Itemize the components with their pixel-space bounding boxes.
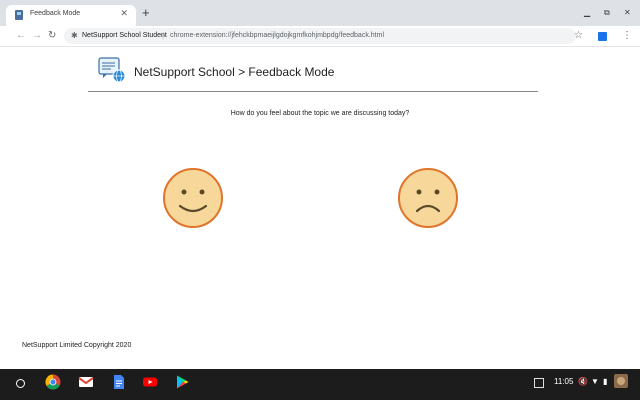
system-clock[interactable]: 11:05 (554, 377, 573, 386)
screenshot-tray-icon[interactable] (534, 378, 544, 388)
restore-button[interactable]: ⧉ (604, 9, 610, 17)
extension-button-icon[interactable] (598, 32, 607, 41)
browser-menu-icon[interactable]: ⋮ (622, 30, 632, 42)
gmail-icon[interactable] (78, 374, 94, 390)
tab-title: Feedback Mode (30, 10, 81, 17)
tab-strip: Feedback Mode ✕ + ▁ ⧉ ✕ (0, 0, 640, 26)
copyright-text: NetSupport Limited Copyright 2020 (22, 342, 132, 349)
back-button[interactable]: ← (16, 30, 26, 42)
feedback-question: How do you feel about the topic we are d… (230, 110, 410, 117)
wifi-icon[interactable]: ▼ (591, 377, 599, 387)
bookmark-star-icon[interactable]: ☆ (574, 30, 583, 42)
tab-feedback-mode[interactable]: Feedback Mode ✕ (6, 5, 136, 26)
feedback-page: NetSupport School > Feedback Mode How do… (0, 47, 640, 369)
new-tab-button[interactable]: + (142, 6, 150, 19)
extension-puzzle-icon: ✱ (71, 31, 78, 40)
page-title: NetSupport School > Feedback Mode (134, 65, 335, 79)
browser-toolbar: ← → ↻ ✱ NetSupport School Student | chro… (0, 26, 640, 47)
window-close-button[interactable]: ✕ (624, 9, 631, 17)
mute-icon[interactable]: 🔇 (578, 377, 588, 387)
title-divider (88, 91, 538, 92)
netsupport-feedback-icon (98, 57, 126, 83)
play-store-icon[interactable] (174, 374, 190, 390)
happy-face-button[interactable] (162, 167, 224, 229)
address-bar[interactable]: ✱ NetSupport School Student | chrome-ext… (64, 28, 576, 44)
url-text[interactable]: chrome-extension://jfehckbpmaeijlgdojkgm… (170, 32, 384, 39)
battery-icon[interactable]: ▮ (603, 377, 607, 387)
docs-icon[interactable] (111, 374, 127, 390)
tab-close-icon[interactable]: ✕ (120, 8, 128, 18)
url-separator: | (162, 31, 165, 40)
netsupport-favicon-icon (15, 10, 23, 20)
os-shelf: 11:05 🔇 ▼ ▮ (0, 369, 640, 400)
site-name: NetSupport School Student (82, 32, 167, 39)
minimize-button[interactable]: ▁ (584, 9, 590, 17)
youtube-icon[interactable] (142, 374, 158, 390)
chrome-icon[interactable] (45, 374, 61, 390)
avatar[interactable] (614, 374, 628, 388)
sad-face-button[interactable] (397, 167, 459, 229)
launcher-button[interactable] (16, 379, 25, 388)
forward-button[interactable]: → (32, 30, 42, 42)
reload-button[interactable]: ↻ (48, 30, 56, 42)
